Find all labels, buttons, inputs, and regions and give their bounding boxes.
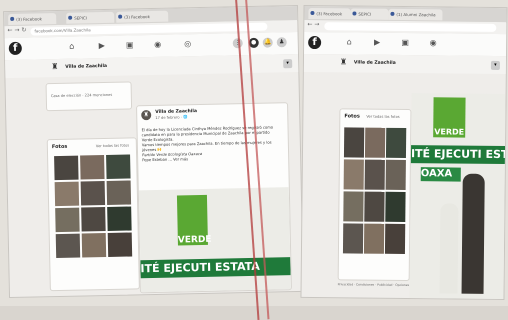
- photo-thumb[interactable]: [343, 191, 364, 222]
- photo-thumb[interactable]: [385, 191, 406, 223]
- photo-thumb[interactable]: [81, 233, 107, 258]
- home-icon[interactable]: ⌂: [344, 37, 354, 47]
- post-author[interactable]: Villa de Zaachila: [155, 109, 197, 115]
- photos-title: Fotos: [344, 113, 360, 120]
- forward-icon[interactable]: →: [314, 21, 319, 28]
- groups-icon[interactable]: ◉: [153, 40, 163, 50]
- tab-facebook[interactable]: (3) Facebook: [308, 7, 351, 20]
- reload-icon[interactable]: ↻: [21, 27, 26, 34]
- photo-thumb[interactable]: [106, 180, 132, 205]
- tab-sepici[interactable]: SEPICI: [66, 11, 115, 24]
- post-time[interactable]: 17 de febrero · 🌐: [155, 115, 187, 120]
- photo-thumb[interactable]: [343, 159, 364, 190]
- post-avatar-icon[interactable]: ♜: [141, 110, 152, 121]
- photo-thumb[interactable]: [384, 223, 406, 255]
- person-figure: [461, 173, 485, 294]
- account-icon[interactable]: ♟: [276, 37, 287, 48]
- home-icon[interactable]: ⌂: [67, 42, 77, 52]
- post-image[interactable]: VERDE ITÉ EJECUTI ESTATA OAXA: [409, 93, 506, 300]
- facebook-logo-icon[interactable]: f: [308, 35, 322, 50]
- video-icon[interactable]: ▶: [97, 41, 107, 51]
- page-avatar-icon: ♜: [339, 57, 348, 67]
- photos-title: Fotos: [51, 143, 68, 151]
- verde-label: VERDE: [434, 127, 465, 137]
- photo-thumb[interactable]: [107, 206, 132, 231]
- banner-text: ITÉ EJECUTI ESTATA: [140, 257, 291, 279]
- url-field[interactable]: [324, 22, 497, 32]
- post-body: El día de hoy la Licenciada Cinthya Ménd…: [142, 125, 287, 163]
- photo-thumb[interactable]: [343, 127, 365, 158]
- verde-logo: VERDE: [176, 194, 212, 246]
- verde-logo: VERDE: [433, 97, 466, 138]
- back-icon[interactable]: ←: [307, 21, 312, 28]
- photo-thumb[interactable]: [364, 127, 386, 158]
- photo-thumb[interactable]: [81, 207, 106, 232]
- photo-thumb[interactable]: [55, 233, 81, 259]
- photo-thumb[interactable]: [80, 155, 105, 180]
- video-icon[interactable]: ▶: [372, 38, 382, 48]
- more-button[interactable]: ▾: [490, 60, 500, 70]
- page-header: ♜ Villa de Zaachila ▾: [303, 53, 507, 75]
- banner-subtext: OAXA: [420, 167, 461, 182]
- photo-thumb[interactable]: [54, 155, 79, 181]
- tab-sepici[interactable]: SEPICI: [350, 8, 389, 20]
- photo-thumb[interactable]: [106, 154, 131, 179]
- page-avatar-icon: ♜: [51, 61, 59, 72]
- forward-icon[interactable]: →: [14, 27, 19, 34]
- person-figure: [439, 203, 459, 294]
- banner-text: ITÉ EJECUTI ESTATA: [410, 145, 506, 165]
- facebook-logo-icon[interactable]: f: [8, 41, 22, 56]
- back-icon[interactable]: ←: [7, 27, 12, 34]
- photo-thumb[interactable]: [364, 159, 385, 190]
- photo-thumb[interactable]: [80, 181, 106, 206]
- photo-thumb[interactable]: [55, 207, 80, 233]
- tab-alumni[interactable]: (1) Alumni Zaachila: [388, 8, 443, 21]
- notifications-icon[interactable]: 🔔: [262, 37, 273, 48]
- photo-thumb[interactable]: [54, 181, 80, 207]
- photo-thumb[interactable]: [342, 223, 364, 254]
- photos-card: Fotos Ver todas las fotos: [337, 108, 412, 282]
- post-image[interactable]: VERDE ITÉ EJECUTI ESTATA: [138, 187, 291, 293]
- tab-facebook[interactable]: (3) Facebook: [8, 13, 57, 26]
- gaming-icon[interactable]: ◎: [183, 39, 193, 49]
- photo-of-screens: (3) Facebook SEPICI (3) Facebook ← → ↻ f…: [0, 0, 508, 320]
- groups-icon[interactable]: ◉: [428, 38, 438, 48]
- photo-thumb[interactable]: [364, 191, 385, 222]
- right-browser-window: (3) Facebook SEPICI (1) Alumni Zaachila …: [300, 4, 508, 301]
- intro-card: Casa de elección · 224 menciones: [45, 81, 133, 112]
- marketplace-icon[interactable]: ▣: [400, 38, 410, 48]
- page-title[interactable]: Villa de Zaachila: [65, 64, 107, 70]
- intro-text: Casa de elección · 224 menciones: [50, 92, 113, 99]
- marketplace-icon[interactable]: ▣: [125, 40, 135, 50]
- photo-thumb[interactable]: [385, 159, 406, 191]
- post-card: ♜ Villa de Zaachila 17 de febrero · 🌐 El…: [136, 102, 292, 294]
- tab-facebook-2[interactable]: (3) Facebook: [116, 10, 169, 23]
- see-all-photos-link[interactable]: Ver todas las fotos: [366, 115, 399, 119]
- photo-thumb[interactable]: [107, 232, 133, 257]
- photo-thumb[interactable]: [363, 223, 385, 254]
- photo-thumb[interactable]: [385, 127, 407, 159]
- more-button[interactable]: ▾: [283, 59, 293, 69]
- verde-label: VERDE: [177, 234, 212, 246]
- see-all-photos-link[interactable]: Ver todas las fotos: [96, 144, 129, 149]
- page-title[interactable]: Villa de Zaachila: [354, 60, 396, 65]
- photos-card: Fotos Ver todas las fotos: [46, 137, 140, 292]
